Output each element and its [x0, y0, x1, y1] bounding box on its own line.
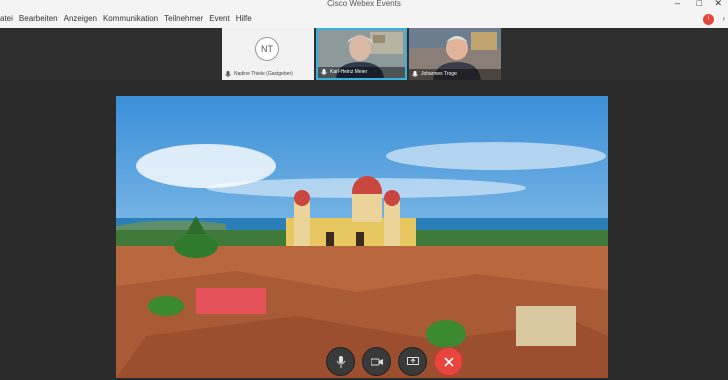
menu-bar: atei Bearbeiten Anzeigen Kommunikation T… [0, 11, 728, 29]
mute-button[interactable] [326, 347, 355, 376]
avatar: NT [255, 37, 279, 61]
close-icon [443, 356, 454, 367]
shared-image [116, 96, 608, 378]
end-call-button[interactable] [434, 347, 463, 376]
participant-tile[interactable]: Johannes Troge [409, 28, 501, 80]
menu-communication[interactable]: Kommunikation [103, 14, 158, 23]
menu-edit[interactable]: Bearbeiten [19, 14, 58, 23]
participant-name: Nadine Thiele (Gastgeber) [222, 69, 314, 80]
participant-name: Karl-Heinz Meier [318, 67, 405, 78]
menu-view[interactable]: Anzeigen [64, 14, 97, 23]
meeting-controls [326, 347, 463, 376]
recording-indicator[interactable]: ! [703, 14, 714, 25]
share-screen-icon [406, 356, 419, 365]
participant-tile[interactable]: NT Nadine Thiele (Gastgeber) [222, 28, 314, 80]
microphone-icon [225, 71, 231, 77]
maximize-button[interactable]: □ [697, 0, 702, 8]
title-bar: Cisco Webex Events – □ ✕ [0, 0, 728, 11]
menu-help[interactable]: Hilfe [236, 14, 252, 23]
menu-file[interactable]: atei [0, 14, 13, 23]
video-camera-icon [370, 358, 383, 365]
menu-items: atei Bearbeiten Anzeigen Kommunikation T… [0, 14, 258, 23]
participant-strip: NT Nadine Thiele (Gastgeber) Karl-Heinz … [0, 28, 728, 80]
shared-content [116, 96, 608, 378]
participant-tile-active[interactable]: Karl-Heinz Meier [316, 28, 407, 80]
microphone-icon [412, 71, 418, 77]
share-button[interactable] [398, 347, 427, 376]
video-button[interactable] [362, 347, 391, 376]
close-button[interactable]: ✕ [714, 0, 722, 9]
participant-name: Johannes Troge [409, 69, 501, 80]
minimize-button[interactable]: – [675, 0, 680, 8]
window-title: Cisco Webex Events [327, 0, 401, 8]
microphone-icon [336, 355, 345, 368]
menu-event[interactable]: Event [209, 14, 229, 23]
overflow-icon[interactable]: › [722, 14, 725, 23]
menu-participants[interactable]: Teilnehmer [164, 14, 203, 23]
microphone-icon [321, 69, 327, 75]
